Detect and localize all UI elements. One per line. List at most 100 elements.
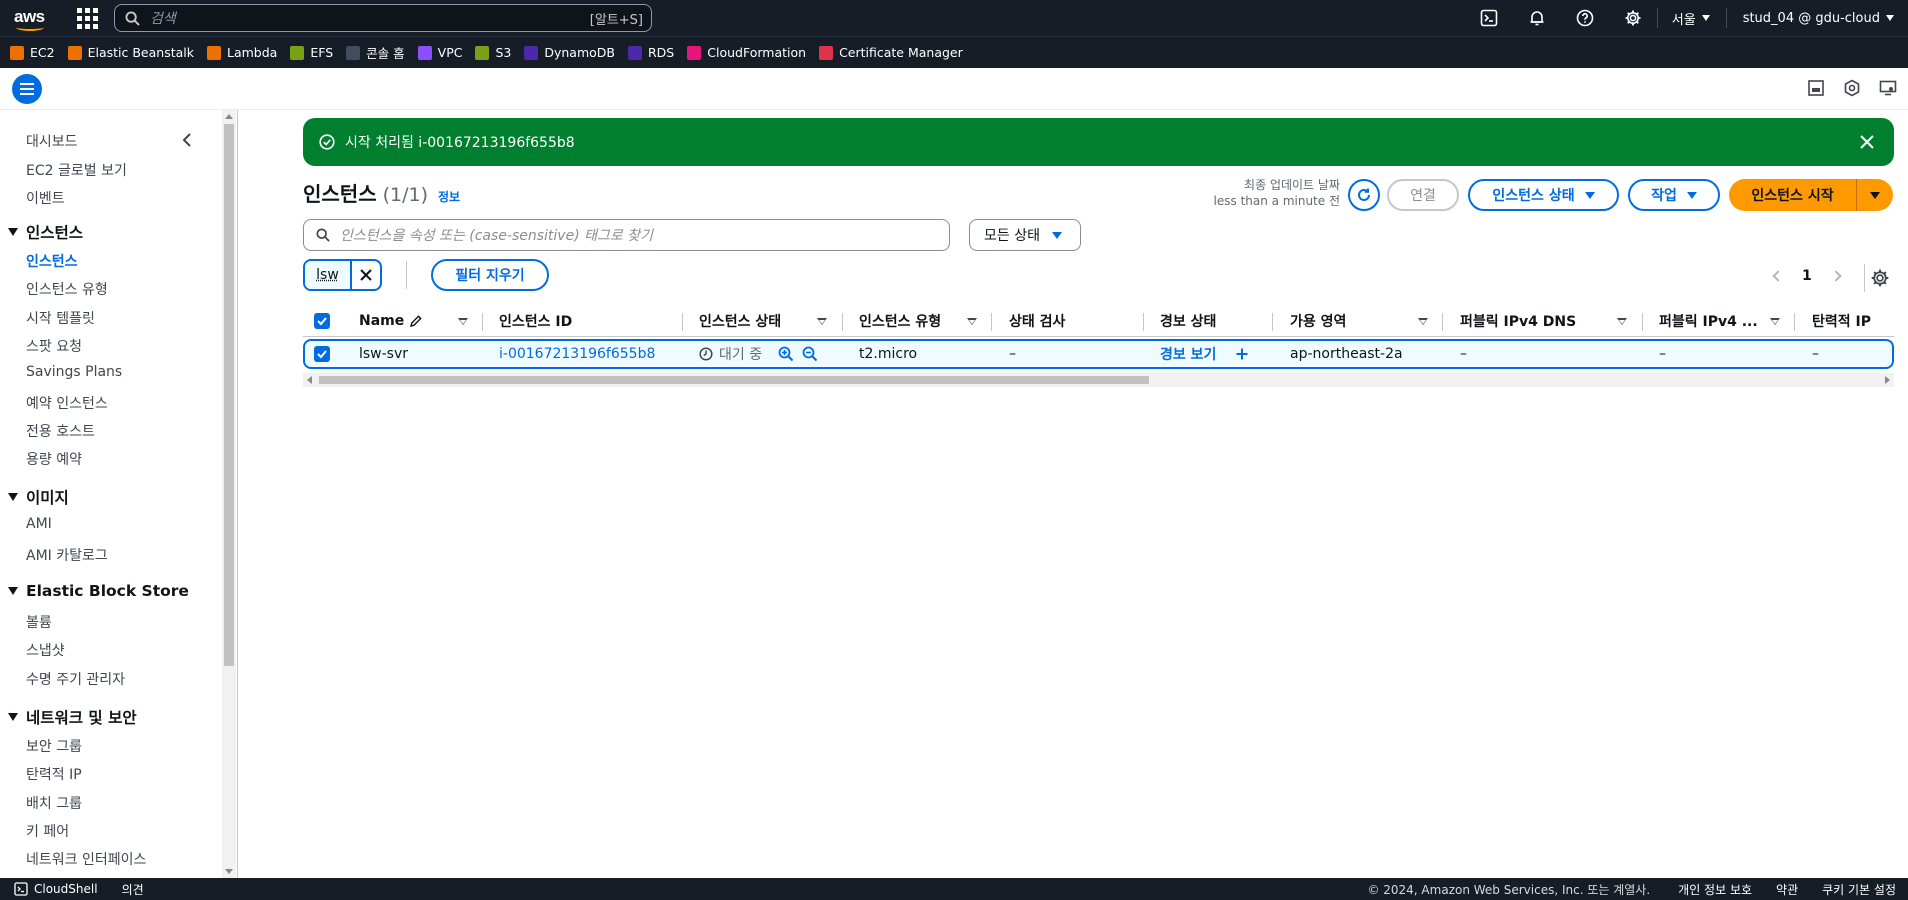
favorite-certificate-manager[interactable]: Certificate Manager <box>819 45 963 60</box>
sidenav-link[interactable]: 스팟 요청 <box>26 336 82 356</box>
panel-layout-icon[interactable] <box>1806 78 1826 98</box>
table-settings-gear-icon[interactable] <box>1870 268 1890 288</box>
terms-link[interactable]: 약관 <box>1776 881 1798 898</box>
sidenav-link[interactable]: 네트워크 인터페이스 <box>26 849 146 869</box>
favorite-s3[interactable]: S3 <box>475 45 511 60</box>
sidenav-link[interactable]: EC2 글로벌 보기 <box>26 160 127 180</box>
sidenav-link[interactable]: 인스턴스 유형 <box>26 279 108 299</box>
instance-state-button[interactable]: 인스턴스 상태 <box>1468 179 1619 211</box>
sort-icon[interactable] <box>1418 305 1428 337</box>
current-page[interactable]: 1 <box>1802 268 1812 284</box>
display-settings-icon[interactable] <box>1878 78 1898 98</box>
sidenav-link[interactable]: 시작 템플릿 <box>26 308 95 328</box>
column-header-public-dns[interactable]: 퍼블릭 IPv4 DNS <box>1460 305 1576 337</box>
sidenav-link[interactable]: 보안 그룹 <box>26 736 82 756</box>
column-header-alarm-status[interactable]: 경보 상태 <box>1160 305 1216 337</box>
cloudshell-button[interactable]: CloudShell <box>14 882 98 896</box>
column-header-elastic-ip[interactable]: 탄력적 IP <box>1812 305 1871 337</box>
column-header-availability-zone[interactable]: 가용 영역 <box>1290 305 1346 337</box>
previous-page-icon[interactable] <box>1772 270 1784 282</box>
cell-instance-id-link[interactable]: i-00167213196f655b8 <box>499 341 655 367</box>
sort-icon[interactable] <box>817 305 827 337</box>
favorite-beanstalk[interactable]: Elastic Beanstalk <box>67 45 194 60</box>
sidenav-link[interactable]: 수명 주기 관리자 <box>26 669 125 689</box>
sort-icon[interactable] <box>458 305 468 337</box>
sort-icon[interactable] <box>1617 305 1627 337</box>
sort-icon[interactable] <box>967 305 977 337</box>
table-horizontal-scrollbar[interactable] <box>303 373 1894 387</box>
favorite-ec2[interactable]: EC2 <box>10 45 55 60</box>
column-header-instance-id[interactable]: 인스턴스 ID <box>499 305 572 337</box>
sort-icon[interactable] <box>1770 305 1780 337</box>
settings-gear-icon[interactable] <box>1609 0 1657 36</box>
sidenav-link[interactable]: 용량 예약 <box>26 449 82 469</box>
favorite-rds[interactable]: RDS <box>628 45 674 60</box>
account-menu[interactable]: stud_04 @ gdu-cloud <box>1727 11 1908 26</box>
cloudshell-icon[interactable] <box>1465 0 1513 36</box>
cell-name[interactable]: lsw-svr <box>359 341 408 367</box>
security-shield-icon[interactable] <box>1842 78 1862 98</box>
sidenav-section-header[interactable]: 인스턴스 <box>8 221 83 243</box>
favorite-console-home[interactable]: 콘솔 홈 <box>346 43 405 62</box>
cookie-preferences-link[interactable]: 쿠키 기본 설정 <box>1822 881 1896 898</box>
sidenav-link[interactable]: 대시보드 <box>26 131 78 151</box>
column-header-instance-type[interactable]: 인스턴스 유형 <box>859 305 941 337</box>
collapse-nav-chevron-left-icon[interactable] <box>180 132 196 148</box>
favorite-lambda[interactable]: Lambda <box>207 45 277 60</box>
favorite-cloudformation[interactable]: CloudFormation <box>687 45 806 60</box>
sidenav-link[interactable]: 스냅샷 <box>26 640 65 660</box>
zoom-in-icon[interactable] <box>778 346 794 362</box>
info-link[interactable]: 정보 <box>438 188 460 205</box>
favorite-dynamodb[interactable]: DynamoDB <box>524 45 615 60</box>
column-header-name[interactable]: Name <box>359 305 423 337</box>
sidenav-link[interactable]: 탄력적 IP <box>26 764 82 784</box>
close-icon[interactable] <box>1858 133 1876 151</box>
aws-logo[interactable]: aws <box>12 4 52 32</box>
zoom-out-icon[interactable] <box>802 346 818 362</box>
help-icon[interactable] <box>1561 0 1609 36</box>
column-header-public-ip[interactable]: 퍼블릭 IPv4 ... <box>1659 305 1758 337</box>
sidenav-link[interactable]: AMI <box>26 516 52 532</box>
services-menu-icon[interactable] <box>76 7 98 29</box>
state-filter-select[interactable]: 모든 상태 <box>969 219 1081 251</box>
next-page-icon[interactable] <box>1830 270 1842 282</box>
launch-dropdown-button[interactable] <box>1857 179 1893 211</box>
sidenav-section-header[interactable]: 네트워크 및 보안 <box>8 706 137 728</box>
clear-filters-button[interactable]: 필터 지우기 <box>431 259 549 291</box>
launch-instance-main[interactable]: 인스턴스 시작 <box>1729 179 1856 211</box>
search-input[interactable]: 검색 [알트+S] <box>114 4 652 32</box>
select-all-checkbox[interactable] <box>314 305 330 337</box>
sidenav-link[interactable]: 볼륨 <box>26 612 52 632</box>
table-row[interactable]: lsw-svr i-00167213196f655b8 대기 중 t2.micr… <box>303 339 1894 369</box>
notifications-bell-icon[interactable] <box>1513 0 1561 36</box>
sidenav-link[interactable]: Savings Plans <box>26 364 122 380</box>
sidenav-link[interactable]: 키 페어 <box>26 821 69 841</box>
column-header-instance-state[interactable]: 인스턴스 상태 <box>699 305 781 337</box>
view-alarms-link[interactable]: 경보 보기 <box>1160 341 1216 367</box>
sidenav-link[interactable]: 배치 그룹 <box>26 793 82 813</box>
launch-instance-button[interactable]: 인스턴스 시작 <box>1729 179 1893 211</box>
sidenav-section-header[interactable]: Elastic Block Store <box>8 582 189 600</box>
sidenav-link[interactable]: 전용 호스트 <box>26 421 95 441</box>
column-header-status-check[interactable]: 상태 검사 <box>1009 305 1065 337</box>
actions-button[interactable]: 작업 <box>1628 179 1720 211</box>
sidenav-section-header[interactable]: 이미지 <box>8 486 69 508</box>
remove-token-button[interactable] <box>350 261 380 289</box>
region-selector[interactable]: 서울 <box>1658 9 1726 28</box>
add-alarm-plus-icon[interactable] <box>1235 341 1249 367</box>
favorite-efs[interactable]: EFS <box>290 45 333 60</box>
connect-button[interactable]: 연결 <box>1387 179 1459 211</box>
menu-hamburger-icon[interactable] <box>12 74 42 104</box>
row-checkbox[interactable] <box>314 341 330 367</box>
sidenav-link[interactable]: 인스턴스 <box>26 251 78 271</box>
sidenav-link[interactable]: 이벤트 <box>26 188 65 208</box>
feedback-link[interactable]: 의견 <box>122 881 144 898</box>
privacy-link[interactable]: 개인 정보 보호 <box>1678 881 1752 898</box>
instance-filter-input[interactable]: 인스턴스을 속성 또는 (case-sensitive) 태그로 찾기 <box>303 219 950 251</box>
refresh-button[interactable] <box>1348 179 1380 211</box>
favorite-vpc[interactable]: VPC <box>417 45 462 60</box>
side-nav-scrollbar[interactable] <box>222 110 236 878</box>
sidenav-link[interactable]: 예약 인스턴스 <box>26 393 108 413</box>
sidenav-link[interactable]: AMI 카탈로그 <box>26 545 108 565</box>
filter-token-label[interactable]: lsw <box>305 261 350 289</box>
